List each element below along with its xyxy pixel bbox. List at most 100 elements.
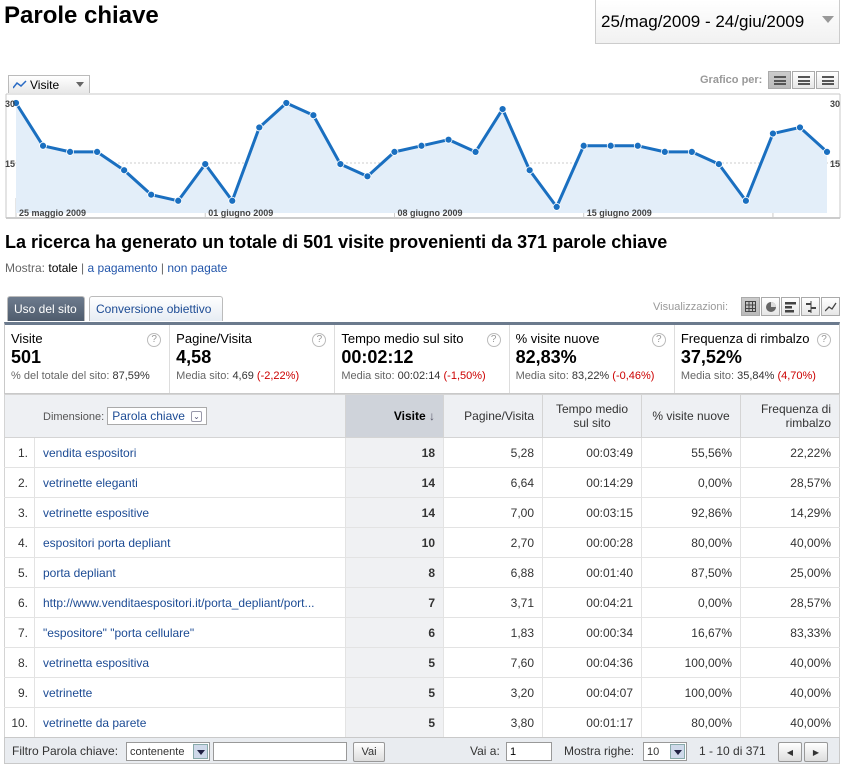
keyword-link[interactable]: http://www.venditaespositori.it/porta_de… — [34, 587, 346, 618]
cell-visits: 5 — [345, 647, 444, 678]
date-range-picker[interactable]: 25/mag/2009 - 24/giu/2009 — [595, 0, 840, 44]
data-point[interactable] — [201, 160, 210, 169]
data-point[interactable] — [606, 141, 615, 150]
viz-comparison-button[interactable] — [801, 297, 820, 316]
tab-site-usage[interactable]: Uso del sito — [7, 296, 85, 321]
tab-goal-conversion[interactable]: Conversione obiettivo — [89, 296, 223, 321]
column-header-bounce-rate[interactable]: Frequenza di rimbalzo — [740, 394, 840, 438]
graph-by-week-button[interactable] — [792, 71, 815, 89]
data-point[interactable] — [336, 160, 345, 169]
viz-bar-button[interactable] — [781, 297, 800, 316]
goto-page-input[interactable] — [506, 742, 552, 761]
pagination-range: 1 - 10 di 371 — [699, 744, 766, 758]
data-point[interactable] — [769, 129, 777, 138]
rows-per-page-value: 10 — [647, 745, 660, 758]
keyword-link[interactable]: vetrinette eleganti — [34, 467, 346, 498]
data-point[interactable] — [282, 99, 291, 107]
keyword-link[interactable]: vetrinette da parete — [34, 707, 346, 738]
page-title: Parole chiave — [4, 2, 159, 29]
show-option-organic[interactable]: non pagate — [167, 261, 227, 275]
y-tick-label: 15 — [830, 159, 840, 169]
x-tick-label: 25 maggio 2009 — [19, 208, 86, 218]
filter-go-button[interactable]: Vai — [353, 742, 385, 762]
data-point[interactable] — [579, 141, 588, 150]
data-point[interactable] — [498, 105, 507, 114]
keyword-link[interactable]: vetrinette espositive — [34, 497, 346, 528]
next-page-button[interactable]: ▶ — [804, 742, 828, 762]
keyword-link[interactable]: porta depliant — [34, 557, 346, 588]
keyword-link[interactable]: vetrinetta espositiva — [34, 647, 346, 678]
cell-bounce-rate: 28,57% — [740, 587, 840, 618]
metric-selector[interactable]: Visite — [8, 75, 90, 94]
data-point[interactable] — [633, 141, 642, 150]
data-point[interactable] — [390, 147, 399, 156]
prev-page-button[interactable]: ◀ — [778, 742, 802, 762]
data-point[interactable] — [444, 135, 453, 144]
data-point[interactable] — [687, 147, 696, 156]
data-point[interactable] — [823, 147, 831, 156]
keyword-link[interactable]: vendita espositori — [34, 437, 346, 468]
column-header-label: Visite — [393, 409, 426, 423]
help-icon[interactable]: ? — [486, 333, 501, 347]
visits-chart: 30 30 15 15 25 maggio 2009 01 giugno 2009 08 g… — [0, 93, 847, 223]
cell-avg-time: 00:04:36 — [542, 647, 642, 678]
scorecard-sub-value: 00:02:14 — [397, 370, 441, 382]
data-point[interactable] — [39, 141, 47, 150]
data-point[interactable] — [742, 196, 750, 205]
data-point[interactable] — [93, 147, 101, 156]
keyword-link[interactable]: vetrinette — [34, 677, 346, 708]
data-point[interactable] — [796, 123, 804, 132]
cell-avg-time: 00:04:21 — [542, 587, 642, 618]
cell-bounce-rate: 83,33% — [740, 617, 840, 648]
filter-label: Filtro Parola chiave: — [12, 744, 119, 758]
data-point[interactable] — [660, 147, 669, 156]
scorecard-avg-time: Tempo medio sul sito 00:02:12 Media sito… — [335, 325, 510, 393]
data-point[interactable] — [471, 147, 480, 156]
filter-mode-select[interactable]: contenente — [126, 742, 210, 761]
scorecard-value: 4,58 — [176, 347, 212, 367]
scorecard-value: 00:02:12 — [341, 347, 414, 367]
graph-by-day-button[interactable] — [768, 71, 791, 89]
chevron-down-icon: ⌄ — [190, 410, 202, 422]
data-point[interactable] — [120, 166, 129, 175]
viz-table-button[interactable] — [741, 297, 760, 316]
viz-pivot-button[interactable] — [821, 297, 840, 316]
show-option-total[interactable]: totale — [48, 261, 77, 275]
data-point[interactable] — [147, 190, 156, 199]
scorecard-visits: Visite 501 % del totale del sito: 87,59%… — [5, 325, 171, 393]
data-point[interactable] — [309, 111, 318, 120]
data-point[interactable] — [228, 196, 237, 205]
column-header-new-visits[interactable]: % visite nuove — [641, 394, 741, 438]
keyword-link[interactable]: "espositore" "porta cellulare" — [34, 617, 346, 648]
column-header-pages-per-visit[interactable]: Pagine/Visita — [443, 394, 543, 438]
data-point[interactable] — [714, 160, 723, 169]
viz-pie-button[interactable] — [761, 297, 780, 316]
show-option-paid[interactable]: a pagamento — [88, 261, 158, 275]
cell-bounce-rate: 40,00% — [740, 647, 840, 678]
row-index: 7. — [4, 617, 35, 648]
data-point[interactable] — [363, 172, 372, 181]
data-point[interactable] — [552, 202, 561, 211]
graph-by-month-button[interactable] — [816, 71, 839, 89]
help-icon[interactable]: ? — [651, 333, 666, 347]
data-point[interactable] — [417, 141, 426, 150]
cell-pages-per-visit: 1,83 — [443, 617, 543, 648]
help-icon[interactable]: ? — [816, 333, 831, 347]
data-point[interactable] — [525, 166, 534, 175]
data-point[interactable] — [174, 196, 183, 205]
column-header-visits[interactable]: Visite ↓ — [345, 394, 444, 438]
data-point[interactable] — [66, 147, 74, 156]
scorecard-sub-label: Media sito: — [680, 370, 735, 382]
cell-visits: 7 — [345, 587, 444, 618]
comparison-icon — [805, 300, 816, 313]
scorecard-sub: Media sito: 35,84% (4,70%) — [681, 370, 833, 382]
column-header-avg-time[interactable]: Tempo medio sul sito — [542, 394, 642, 438]
dimension-selector[interactable]: Parola chiave ⌄ — [107, 407, 207, 425]
keyword-link[interactable]: espositori porta depliant — [34, 527, 346, 558]
cell-new-visits: 100,00% — [641, 647, 741, 678]
cell-avg-time: 00:03:15 — [542, 497, 642, 528]
data-point[interactable] — [255, 123, 264, 132]
rows-per-page-select[interactable]: 10 — [643, 742, 687, 761]
visualization-label: Visualizzazioni: — [653, 301, 729, 313]
filter-input[interactable] — [213, 742, 347, 761]
